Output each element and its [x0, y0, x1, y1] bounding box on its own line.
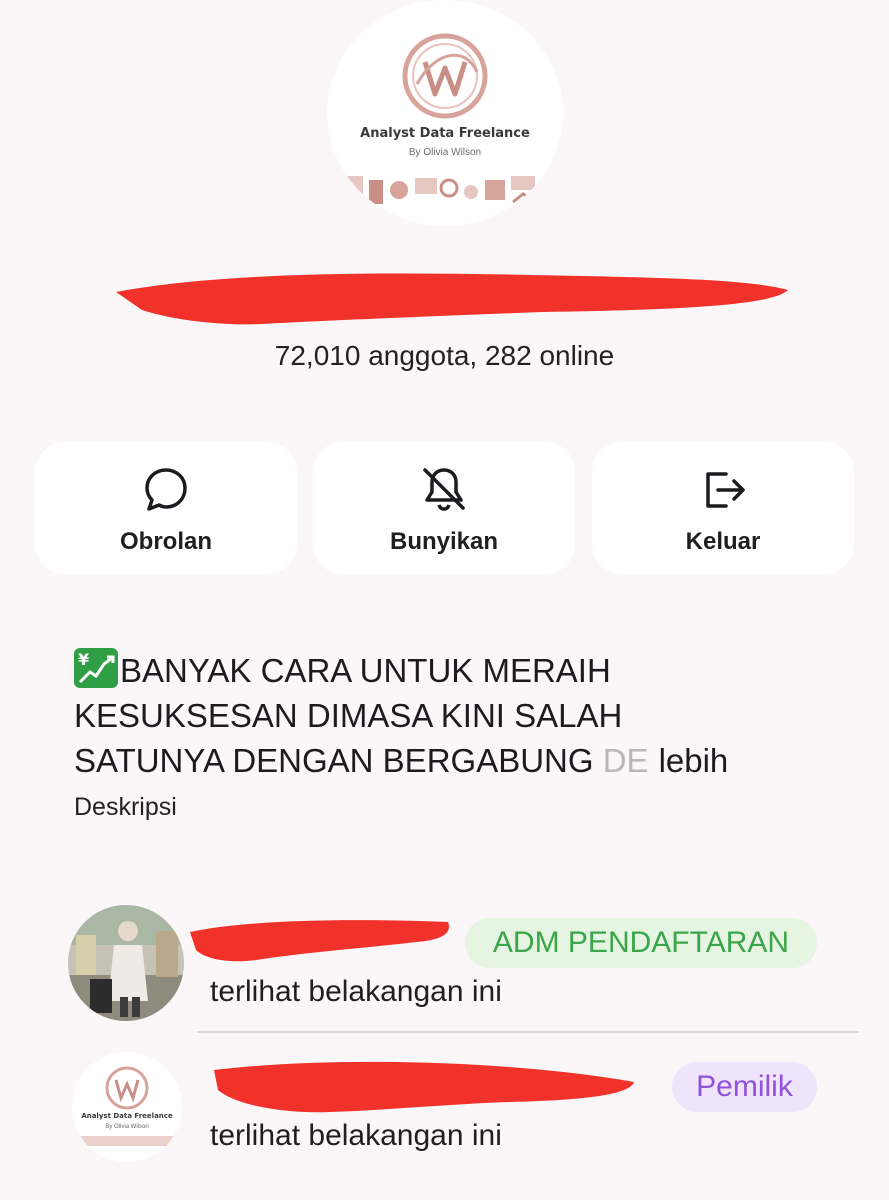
member-divider	[197, 1031, 859, 1033]
member-avatar-admin[interactable]	[68, 905, 184, 1021]
description-label: Deskripsi	[74, 793, 177, 821]
owner-logo-icon	[80, 1066, 174, 1146]
group-description[interactable]: ¥ BANYAK CARA UNTUK MERAIH KESUKSESAN DI…	[74, 648, 834, 783]
chat-bubble-icon	[145, 468, 187, 511]
description-faded-text: DE	[602, 742, 649, 779]
group-avatar[interactable]: Analyst Data Freelance By Olivia Wilson	[327, 0, 563, 226]
member-count: 72,010 anggota, 282 online	[274, 340, 615, 371]
chat-button[interactable]: Obrolan	[35, 442, 297, 574]
leave-button[interactable]: Keluar	[592, 442, 854, 574]
logo-title: Analyst Data Freelance	[360, 126, 530, 141]
owner-role-badge: Pemilik	[672, 1062, 817, 1112]
logo-decoration-icons	[345, 176, 545, 204]
description-line-3: SATUNYA DENGAN BERGABUNG DE lebih	[74, 738, 834, 783]
description-text-1: BANYAK CARA UNTUK MERAIH	[120, 652, 611, 689]
logo-monogram-icon	[402, 33, 488, 119]
logout-icon	[706, 472, 745, 508]
member-last-seen-1: terlihat belakangan ini	[210, 975, 502, 1008]
description-more-link[interactable]: lebih	[659, 742, 729, 779]
logo-subtitle: By Olivia Wilson	[408, 147, 482, 158]
description-text-3: SATUNYA DENGAN BERGABUNG	[74, 742, 603, 779]
mute-button-label: Bunyikan	[389, 528, 499, 555]
owner-logo-title: Analyst Data Freelance	[81, 1112, 173, 1120]
description-line-2: KESUKSESAN DIMASA KINI SALAH	[74, 697, 623, 734]
leave-button-label: Keluar	[685, 528, 761, 555]
member-avatar-owner[interactable]: Analyst Data Freelance By Olivia Wilson	[72, 1052, 182, 1162]
mute-button[interactable]: Bunyikan	[313, 442, 575, 574]
member-last-seen-2: terlihat belakangan ini	[210, 1119, 502, 1152]
svg-text:¥: ¥	[78, 650, 89, 669]
member-name-redaction-1	[190, 920, 449, 962]
admin-role-badge: ADM PENDAFTARAN	[465, 918, 817, 968]
owner-logo-subtitle: By Olivia Wilson	[105, 1124, 149, 1130]
chart-increasing-with-yen-icon: ¥	[74, 648, 118, 688]
bell-off-icon	[423, 468, 465, 511]
group-name-redaction	[116, 273, 788, 325]
person-photo-icon	[68, 905, 184, 1021]
member-name-redaction-2	[214, 1061, 634, 1113]
description-line-1: ¥ BANYAK CARA UNTUK MERAIH	[74, 648, 834, 693]
chat-button-label: Obrolan	[119, 528, 212, 555]
